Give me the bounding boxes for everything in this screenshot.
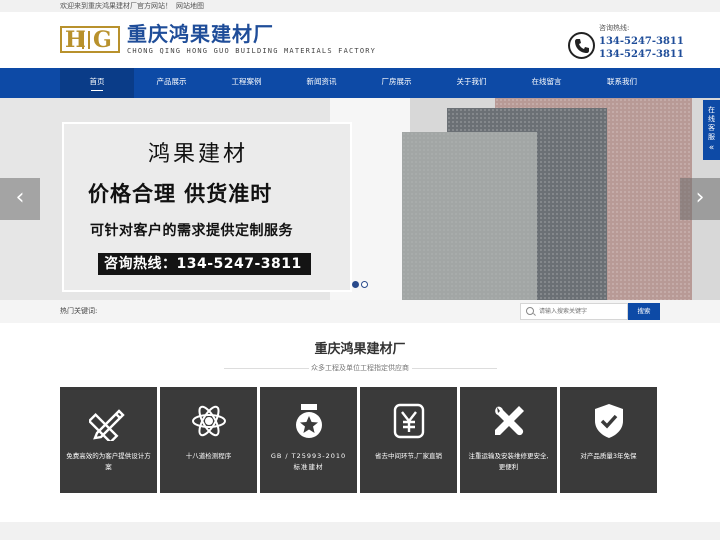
page: 欢迎来到重庆鸿果建材厂官方网站！ 网站地图 H G 重庆鸿果建材厂 CHONG … [0,0,720,540]
nav-item-news[interactable]: 新闻资讯 [284,68,359,98]
logo-letter-g: G [93,27,112,53]
feature-caption: 对产品质量3年免保 [580,452,637,460]
nav-item-contact[interactable]: 联系我们 [584,68,660,98]
nav-item-label: 联系我们 [607,77,637,86]
nav-item-label: 产品展示 [156,77,187,86]
top-bar: 欢迎来到重庆鸿果建材厂官方网站！ 网站地图 [0,0,720,12]
feature-caption: 免费高效的为客户提供设计方案 [66,452,151,471]
feature-card-standard[interactable]: GB / T25993-2010 标准建材 [260,387,357,493]
slider-dot-1[interactable] [352,281,359,288]
feature-caption: GB / T25993-2010 标准建材 [270,452,347,471]
nav-item-label: 工程案例 [231,77,262,86]
banner-hotline: 咨询热线：134-5247-3811 [98,253,311,275]
feature-card-direct-sale[interactable]: 省去中间环节,厂家直销 [360,387,457,493]
phone-icon [568,32,595,59]
search-icon [526,307,534,315]
banner-slogan: 价格合理 供货准时 [88,182,273,206]
banner-headline: 鸿果建材 [148,142,249,167]
banner-next-arrow[interactable]: › [680,178,720,220]
search-box [520,303,628,320]
keyword-bar: 热门关键词: 搜索 [0,300,720,323]
section-title: 重庆鸿果建材厂 [314,342,406,357]
main-nav: 首页 产品展示 工程案例 新闻资讯 厂房展示 关于我们 在线留言 联系我们 [0,68,720,98]
search-button[interactable]: 搜索 [628,303,660,320]
banner-service-text: 可针对客户的需求提供定制服务 [90,223,293,239]
phone-number-2: 134-5247-3811 [599,49,684,60]
hot-keywords-label: 热门关键词: [60,307,98,315]
slider-dot-2[interactable] [361,281,368,288]
nav-item-home[interactable]: 首页 [60,68,134,98]
feature-card-inspection[interactable]: 十八道检测程序 [160,387,257,493]
nav-item-about[interactable]: 关于我们 [434,68,509,98]
nav-item-products[interactable]: 产品展示 [134,68,209,98]
nav-item-factory[interactable]: 厂房展示 [359,68,434,98]
feature-card-design[interactable]: 免费高效的为客户提供设计方案 [60,387,157,493]
online-service-label: 在线客服 [708,106,715,141]
nav-item-label: 首页 [89,77,105,86]
company-name-en: CHONG QING HONG GUO BUILDING MATERIALS F… [127,47,377,55]
feature-card-warranty[interactable]: 对产品质量3年免保 [560,387,657,493]
nav-item-label: 关于我们 [456,77,487,86]
banner-prev-arrow[interactable]: ‹ [0,178,40,220]
shield-check-icon [560,401,657,441]
nav-item-label: 在线留言 [531,77,562,86]
nav-item-label: 新闻资讯 [306,77,337,86]
nav-item-cases[interactable]: 工程案例 [209,68,284,98]
next-section-strip [0,522,720,540]
logo-mark[interactable]: H G [60,26,120,53]
phone-number-1: 134-5247-3811 [599,36,684,47]
feature-caption: 十八道检测程序 [185,452,232,460]
stone-tile-grey [402,132,537,300]
nav-item-label: 厂房展示 [381,77,412,86]
header: H G 重庆鸿果建材厂 CHONG QING HONG GUO BUILDING… [0,12,720,68]
pencil-ruler-icon [60,401,157,441]
logo-bars [82,31,90,49]
contact-label: 咨询热线: [599,24,630,32]
welcome-text: 欢迎来到重庆鸿果建材厂官方网站！ [60,2,172,10]
chevron-left-icon: « [708,143,715,153]
active-underline [91,90,103,91]
yen-icon [360,401,457,441]
feature-caption: 注重运输及安装维修更安全,更便利 [468,452,549,471]
section-subtitle: 众多工程及单位工程指定供应商 [311,364,409,372]
company-name: 重庆鸿果建材厂 [127,22,274,46]
nav-item-message[interactable]: 在线留言 [509,68,584,98]
atom-icon [160,401,257,441]
online-service-tab[interactable]: 在线客服 « [703,100,720,160]
feature-card-transport[interactable]: 注重运输及安装维修更安全,更便利 [460,387,557,493]
sitemap-link[interactable]: 网站地图 [176,0,204,12]
feature-caption: 省去中间环节,厂家直销 [374,452,443,460]
search-input[interactable] [539,305,625,318]
tools-icon [460,401,557,441]
medal-icon [260,401,357,441]
